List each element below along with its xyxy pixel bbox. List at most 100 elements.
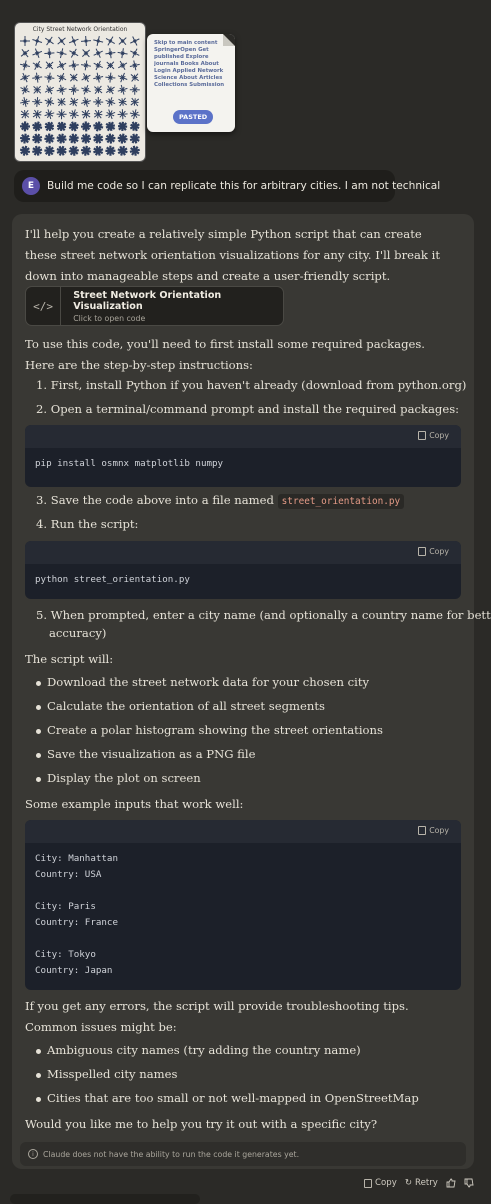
orientation-glyph bbox=[69, 109, 79, 119]
orientation-glyph bbox=[130, 146, 140, 156]
will-item: Display the plot on screen bbox=[47, 768, 201, 789]
step-3-text: 3. Save the code above into a file named bbox=[36, 493, 274, 507]
orientation-glyph bbox=[69, 85, 79, 95]
orientation-glyph bbox=[82, 110, 90, 118]
bullet-icon bbox=[36, 777, 41, 782]
orientation-glyph bbox=[94, 49, 103, 58]
pasted-text-attachment[interactable]: Skip to main content SpringerOpen Get pu… bbox=[147, 34, 235, 132]
orientation-glyph bbox=[118, 146, 128, 156]
orientation-glyph bbox=[118, 122, 127, 131]
orientation-glyph bbox=[45, 85, 54, 94]
examples-intro: Some example inputs that work well: bbox=[25, 794, 455, 815]
orientation-glyph bbox=[93, 122, 103, 132]
orientation-glyph bbox=[20, 36, 30, 46]
orientation-glyph bbox=[107, 62, 114, 69]
orientation-glyph bbox=[119, 98, 127, 106]
page-fold-icon bbox=[223, 34, 235, 46]
artifact-card[interactable]: </> Street Network Orientation Visualiza… bbox=[25, 286, 284, 326]
orientation-glyph bbox=[57, 146, 66, 155]
orientation-glyph bbox=[45, 37, 53, 45]
orientation-glyph bbox=[94, 86, 102, 94]
orientation-glyph bbox=[82, 73, 91, 82]
orientation-glyph bbox=[32, 73, 42, 83]
orientation-glyph bbox=[58, 37, 66, 45]
step-1: 1. First, install Python if you haven't … bbox=[36, 375, 466, 396]
code-block-run: Copy python street_orientation.py bbox=[25, 541, 461, 599]
orientation-glyph bbox=[20, 134, 30, 144]
orientation-glyph bbox=[32, 97, 42, 107]
orientation-glyph bbox=[70, 98, 78, 106]
copy-code-button[interactable]: Copy bbox=[418, 431, 449, 440]
orientation-glyph bbox=[44, 146, 54, 156]
user-message-text: Build me code so I can replicate this fo… bbox=[47, 180, 440, 192]
image-attachment[interactable]: City Street Network Orientation bbox=[14, 22, 146, 162]
bullet-icon bbox=[36, 1097, 41, 1102]
orientation-glyph bbox=[82, 50, 89, 57]
user-avatar: E bbox=[22, 177, 40, 195]
orientation-glyph bbox=[33, 134, 42, 143]
orientation-glyph bbox=[93, 146, 103, 156]
orientation-glyph bbox=[118, 109, 128, 119]
orientation-glyph bbox=[93, 97, 103, 107]
orientation-glyph bbox=[70, 74, 77, 81]
orientation-glyph bbox=[81, 121, 91, 131]
orientation-glyph bbox=[69, 134, 79, 144]
orientation-glyph bbox=[21, 85, 30, 94]
reply-input-bar[interactable] bbox=[10, 1194, 200, 1204]
orientation-glyph bbox=[119, 37, 126, 44]
orientation-glyph bbox=[20, 97, 30, 107]
orientation-glyph bbox=[105, 73, 115, 83]
orientation-glyph bbox=[20, 121, 30, 131]
thumbs-up-button[interactable] bbox=[446, 1178, 456, 1188]
thumbs-up-icon bbox=[446, 1178, 456, 1188]
code-block-install: Copy pip install osmnx matplotlib numpy bbox=[25, 425, 461, 487]
orientation-glyph bbox=[81, 36, 91, 46]
retry-button[interactable]: ↻ Retry bbox=[405, 1178, 438, 1188]
orientation-glyph bbox=[21, 110, 29, 118]
pasted-text-preview: Skip to main content SpringerOpen Get pu… bbox=[154, 40, 228, 92]
step-5-line-2: accuracy) bbox=[49, 623, 106, 644]
code-icon: </> bbox=[26, 287, 61, 325]
orientation-glyph bbox=[69, 122, 78, 131]
orientation-glyph bbox=[69, 36, 78, 45]
copy-icon bbox=[418, 431, 426, 440]
orientation-glyph bbox=[69, 146, 79, 156]
step-3: 3. Save the code above into a file named… bbox=[36, 490, 404, 512]
copy-response-button[interactable]: Copy bbox=[364, 1178, 397, 1188]
orientation-glyph bbox=[69, 49, 78, 58]
copy-icon bbox=[418, 547, 426, 556]
image-attachment-title: City Street Network Orientation bbox=[15, 26, 145, 33]
orientation-glyph bbox=[57, 73, 66, 82]
thumbs-down-icon bbox=[464, 1178, 474, 1188]
step-4: 4. Run the script: bbox=[36, 514, 138, 535]
bullet-icon bbox=[36, 1073, 41, 1078]
orientation-glyph bbox=[69, 60, 79, 70]
orientation-glyph bbox=[130, 61, 140, 71]
orientation-glyph bbox=[81, 134, 91, 144]
orientation-glyph bbox=[118, 85, 128, 95]
orientation-glyph bbox=[44, 73, 54, 83]
bullet-icon bbox=[36, 681, 41, 686]
orientation-glyph bbox=[105, 134, 115, 144]
will-item: Calculate the orientation of all street … bbox=[47, 696, 325, 717]
thumbs-down-button[interactable] bbox=[464, 1178, 474, 1188]
orientation-glyph bbox=[118, 61, 127, 70]
code-examples: City: Manhattan Country: USA City: Paris… bbox=[25, 843, 461, 979]
code-execution-notice: i Claude does not have the ability to ru… bbox=[20, 1142, 466, 1166]
orientation-glyph bbox=[20, 73, 29, 82]
code-run: python street_orientation.py bbox=[25, 564, 461, 588]
assistant-message: I'll help you create a relatively simple… bbox=[12, 214, 474, 1169]
orientation-glyph bbox=[81, 146, 91, 156]
will-item: Create a polar histogram showing the str… bbox=[47, 720, 383, 741]
copy-code-button[interactable]: Copy bbox=[418, 547, 449, 556]
orientation-glyph bbox=[105, 146, 115, 156]
orientation-glyph bbox=[20, 146, 30, 156]
orientation-glyph bbox=[130, 36, 139, 45]
copy-icon bbox=[418, 826, 426, 835]
info-icon: i bbox=[28, 1149, 38, 1159]
bullet-icon bbox=[36, 1049, 41, 1054]
orientation-glyph bbox=[130, 122, 139, 131]
issue-item: Misspelled city names bbox=[47, 1064, 177, 1085]
copy-code-button[interactable]: Copy bbox=[418, 826, 449, 835]
orientation-glyph bbox=[57, 109, 67, 119]
